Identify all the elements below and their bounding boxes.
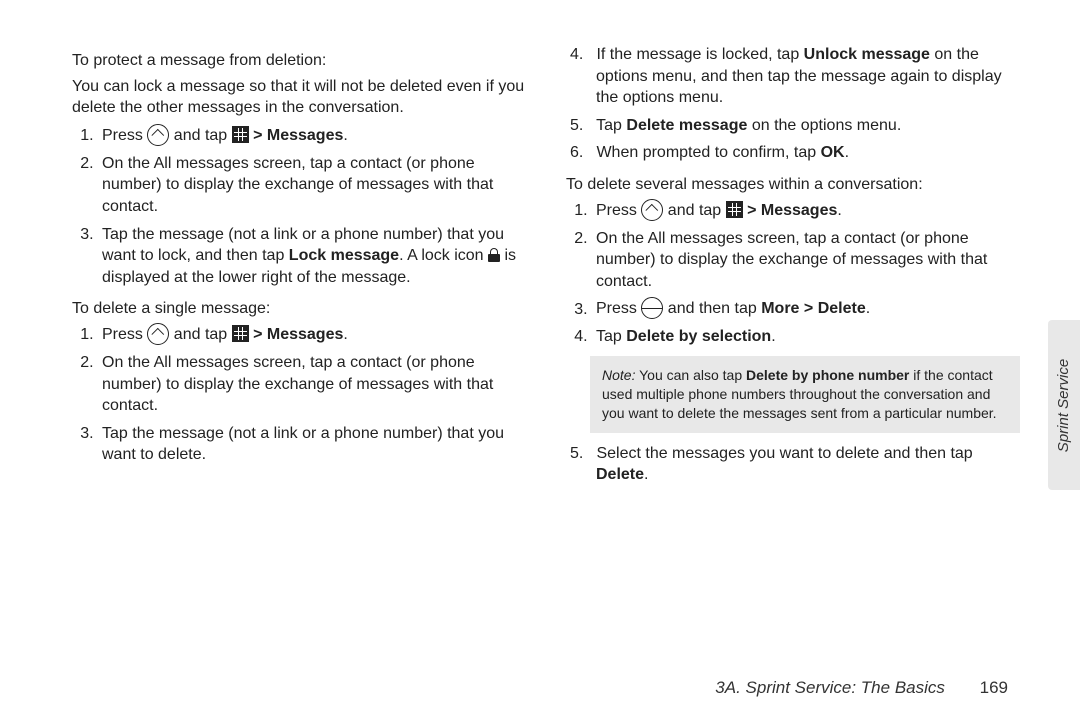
footer-title: 3A. Sprint Service: The Basics bbox=[715, 678, 945, 697]
heading-protect: To protect a message from deletion: bbox=[72, 50, 526, 72]
columns: To protect a message from deletion: You … bbox=[72, 40, 1020, 494]
intro-protect: You can lock a message so that it will n… bbox=[72, 76, 526, 119]
step-1c: Press and tap > Messages. bbox=[592, 200, 1020, 222]
home-icon bbox=[147, 124, 169, 146]
note-label: Note: bbox=[602, 367, 635, 383]
steps-delete-single-cont: If the message is locked, tap Unlock mes… bbox=[566, 44, 1020, 164]
step-4: If the message is locked, tap Unlock mes… bbox=[592, 44, 1020, 109]
step-4c: Tap Delete by selection. bbox=[592, 326, 1020, 348]
lock-icon bbox=[488, 248, 500, 262]
home-icon bbox=[641, 199, 663, 221]
step-3b: Tap the message (not a link or a phone n… bbox=[98, 423, 526, 466]
apps-grid-icon bbox=[232, 325, 249, 342]
step-3: Tap the message (not a link or a phone n… bbox=[98, 224, 526, 289]
step-2c: On the All messages screen, tap a contac… bbox=[592, 228, 1020, 293]
step-2: On the All messages screen, tap a contac… bbox=[98, 153, 526, 218]
step-1: Press and tap > Messages. bbox=[98, 125, 526, 147]
section-tab-label: Sprint Service bbox=[1056, 358, 1073, 451]
steps-delete-several-cont: Select the messages you want to delete a… bbox=[566, 443, 1020, 486]
apps-grid-icon bbox=[232, 126, 249, 143]
note-box: Note: You can also tap Delete by phone n… bbox=[590, 356, 1020, 433]
step-3c: Press and then tap More > Delete. bbox=[592, 298, 1020, 320]
manual-page: To protect a message from deletion: You … bbox=[0, 0, 1080, 720]
page-footer: 3A. Sprint Service: The Basics 169 bbox=[715, 678, 1008, 698]
step-5c: Select the messages you want to delete a… bbox=[592, 443, 1020, 486]
heading-delete-single: To delete a single message: bbox=[72, 298, 526, 320]
apps-grid-icon bbox=[726, 201, 743, 218]
home-icon bbox=[147, 323, 169, 345]
page-number: 169 bbox=[980, 678, 1008, 697]
right-column: If the message is locked, tap Unlock mes… bbox=[566, 40, 1020, 494]
heading-delete-several: To delete several messages within a conv… bbox=[566, 174, 1020, 196]
section-tab: Sprint Service bbox=[1048, 320, 1080, 490]
step-1b: Press and tap > Messages. bbox=[98, 324, 526, 346]
step-6: When prompted to confirm, tap OK. bbox=[592, 142, 1020, 164]
steps-protect: Press and tap > Messages. On the All mes… bbox=[72, 125, 526, 289]
steps-delete-single: Press and tap > Messages. On the All mes… bbox=[72, 324, 526, 466]
step-2b: On the All messages screen, tap a contac… bbox=[98, 352, 526, 417]
menu-icon bbox=[641, 297, 663, 319]
step-5: Tap Delete message on the options menu. bbox=[592, 115, 1020, 137]
steps-delete-several: Press and tap > Messages. On the All mes… bbox=[566, 200, 1020, 348]
left-column: To protect a message from deletion: You … bbox=[72, 40, 526, 494]
